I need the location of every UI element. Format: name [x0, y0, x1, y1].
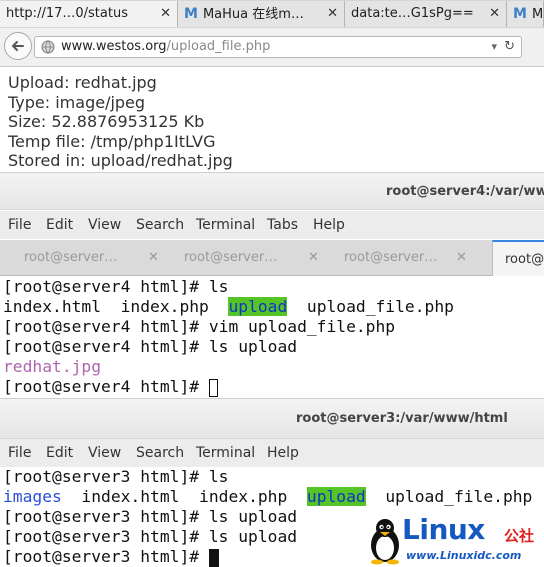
close-tab-icon[interactable]: ✕: [456, 240, 467, 276]
url-text: www.westos.org/upload_file.php: [61, 37, 270, 57]
menu-file[interactable]: File: [8, 211, 31, 239]
terminal-server4-titlebar[interactable]: root@server4:/var/www: [0, 172, 544, 210]
back-button[interactable]: [4, 32, 32, 60]
page-line-type: Type: image/jpeg: [8, 92, 146, 112]
url-path: /upload_file.php: [166, 39, 271, 54]
watermark-url: www.Linuxidc.com: [406, 549, 522, 562]
terminal-tab-label: root@: [505, 252, 544, 267]
terminal-tab-2[interactable]: root@server… ✕: [184, 240, 334, 276]
watermark-brand: Linux: [402, 513, 485, 546]
url-dropdown-icon[interactable]: ▾: [491, 40, 497, 53]
url-host: www.westos.org: [61, 39, 167, 54]
close-tab-icon[interactable]: ✕: [489, 1, 500, 27]
close-tab-icon[interactable]: ✕: [160, 1, 171, 27]
cursor-icon: [208, 378, 218, 397]
terminal-prompt-line: [root@server4 html]#: [3, 377, 218, 397]
page-line-stored: Stored in: upload/redhat.jpg: [8, 151, 233, 170]
terminal-prompt-line: [root@server3 html]#: [3, 547, 219, 567]
url-bar[interactable]: www.westos.org/upload_file.php ▾ ↻: [34, 36, 522, 58]
browser-tab-data[interactable]: data:te…G1sPg== ✕: [345, 1, 507, 27]
menu-terminal[interactable]: Terminal: [196, 439, 255, 467]
tux-penguin-icon: [371, 519, 399, 565]
window-title: root@server3:/var/www/html: [296, 411, 508, 426]
reload-icon[interactable]: ↻: [504, 39, 515, 54]
terminal-server3-titlebar[interactable]: root@server3:/var/www/html: [0, 398, 544, 439]
ls-output-files: index.html index.php: [3, 297, 229, 316]
terminal-line: index.html index.php upload upload_file.…: [3, 297, 454, 317]
close-tab-icon[interactable]: ✕: [327, 1, 338, 27]
terminal-tab-label: root@server…: [24, 250, 118, 265]
terminal-line: [root@server4 html]# ls upload: [3, 337, 298, 356]
close-tab-icon[interactable]: ✕: [148, 240, 159, 276]
linuxidc-watermark: Linux 公社 www.Linuxidc.com: [368, 513, 544, 567]
window-title: root@server4:/var/www: [386, 184, 544, 199]
browser-tab-m[interactable]: MM: [507, 1, 544, 27]
page-line-size: Size: 52.8876953125 Kb: [8, 112, 205, 131]
terminal-server3-menubar: File Edit View Search Terminal Help: [0, 439, 544, 467]
mahua-m-icon: M: [184, 6, 198, 22]
tab-label: http://17…0/status: [6, 6, 128, 21]
terminal-server4-output[interactable]: [root@server4 html]# ls index.html index…: [0, 276, 544, 398]
menu-help[interactable]: Help: [267, 439, 299, 467]
menu-edit[interactable]: Edit: [46, 211, 73, 239]
browser-tab-status[interactable]: http://17…0/status ✕: [0, 1, 178, 27]
terminal-line: [root@server4 html]# vim upload_file.php: [3, 317, 396, 336]
ls-output-image-file: redhat.jpg: [3, 357, 102, 376]
menu-view[interactable]: View: [88, 439, 121, 467]
terminal-line: [root@server3 html]# ls: [3, 467, 229, 486]
terminal-tab-label: root@server…: [344, 250, 438, 265]
tab-label: data:te…G1sPg==: [351, 6, 474, 21]
terminal-line: images index.html index.php upload uploa…: [3, 487, 532, 507]
browser-nav-bar: www.westos.org/upload_file.php ▾ ↻: [0, 28, 544, 67]
back-arrow-icon: [12, 41, 24, 51]
menu-terminal[interactable]: Terminal: [196, 211, 255, 239]
ls-output-files: upload_file.php: [287, 297, 454, 316]
menu-tabs[interactable]: Tabs: [267, 211, 298, 239]
mahua-m-icon: M: [513, 6, 527, 22]
terminal-line: [root@server3 html]# ls upload: [3, 507, 298, 526]
menu-view[interactable]: View: [88, 211, 121, 239]
upload-result: Upload: redhat.jpg Type: image/jpeg Size…: [8, 73, 233, 171]
watermark-cn: 公社: [504, 527, 535, 545]
ls-output-dir-upload: upload: [228, 297, 288, 316]
terminal-tab-3[interactable]: root@server… ✕: [344, 240, 484, 276]
ls-output-files: index.html index.php: [61, 487, 307, 506]
terminal-tab-label: root@server…: [184, 250, 278, 265]
terminal-server4-menubar: File Edit View Search Terminal Tabs Help: [0, 211, 544, 239]
page-line-upload: Upload: redhat.jpg: [8, 73, 157, 92]
ls-output-dir-images: images: [3, 487, 62, 506]
close-tab-icon[interactable]: ✕: [308, 240, 319, 276]
terminal-prompt: [root@server3 html]#: [3, 547, 209, 566]
ls-output-files: upload_file.php: [365, 487, 533, 506]
browser-tab-mahua[interactable]: M MaHua 在线m… ✕: [178, 1, 345, 27]
menu-search[interactable]: Search: [136, 439, 184, 467]
menu-search[interactable]: Search: [136, 211, 184, 239]
terminal-line: [root@server4 html]# ls: [3, 277, 229, 296]
page-line-temp: Temp file: /tmp/php1ItLVG: [8, 131, 216, 151]
terminal-tab-active[interactable]: root@: [492, 240, 544, 276]
menu-file[interactable]: File: [8, 439, 31, 467]
terminal-tab-1[interactable]: root@server… ✕: [24, 240, 174, 276]
tab-label: MaHua 在线m…: [202, 7, 304, 22]
menu-edit[interactable]: Edit: [46, 439, 73, 467]
terminal-tab-strip: root@server… ✕ root@server… ✕ root@serve…: [0, 240, 544, 276]
terminal-line: [root@server3 html]# ls upload: [3, 527, 298, 546]
globe-icon: [41, 40, 55, 54]
menu-help[interactable]: Help: [313, 211, 345, 239]
ls-output-dir-upload: upload: [306, 487, 366, 506]
cursor-icon: [208, 548, 219, 567]
browser-tab-bar: http://17…0/status ✕ M MaHua 在线m… ✕ data:…: [0, 0, 544, 29]
tab-label: M: [531, 7, 544, 22]
terminal-prompt: [root@server4 html]#: [3, 377, 209, 396]
